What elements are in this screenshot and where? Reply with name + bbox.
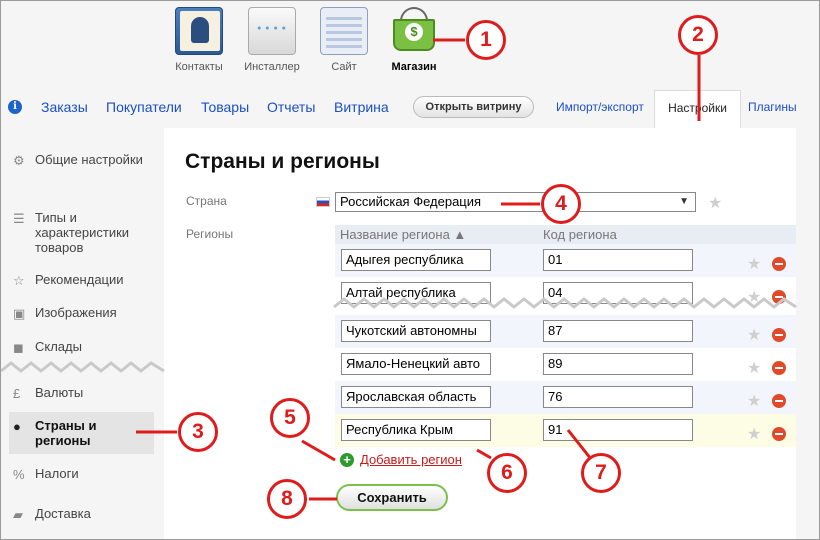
tab-settings[interactable]: Настройки — [654, 90, 741, 128]
app-installer[interactable]: Инсталлер — [240, 7, 304, 73]
callout-4: 4 — [541, 184, 581, 224]
delete-region-icon[interactable] — [772, 427, 786, 441]
app-contacts[interactable]: Контакты — [167, 7, 231, 73]
callout-3: 3 — [178, 412, 218, 452]
region-star-icon[interactable]: ★ — [747, 361, 761, 377]
nav-reports[interactable]: Отчеты — [267, 99, 315, 115]
plugins-link[interactable]: Плагины — [748, 100, 797, 114]
callout-6: 6 — [487, 453, 527, 493]
regions-table-header: Название региона ▲ Код региона — [335, 225, 796, 245]
sidebar-item-shipping[interactable]: ▰ Доставка — [13, 506, 158, 522]
sidebar-item-taxes[interactable]: % Налоги — [13, 466, 158, 482]
page-title: Страны и регионы — [185, 150, 380, 173]
open-storefront-button[interactable]: Открыть витрину — [413, 96, 534, 118]
site-icon — [320, 7, 368, 55]
table-row: Республика Крым 91 ★ — [335, 414, 796, 447]
column-header-code: Код региона — [543, 227, 617, 242]
region-code-input[interactable]: 04 — [543, 282, 693, 304]
nav-products[interactable]: Товары — [201, 99, 249, 115]
gears-icon: ⚙ — [13, 153, 25, 168]
region-name-input[interactable]: Алтай республика — [341, 282, 491, 304]
region-code-input[interactable]: 91 — [543, 419, 693, 441]
nav-customers[interactable]: Покупатели — [106, 99, 182, 115]
import-export-link[interactable]: Импорт/экспорт — [556, 100, 644, 114]
delete-region-icon[interactable] — [772, 394, 786, 408]
pound-icon: £ — [13, 386, 21, 401]
app-shop[interactable]: $ Магазин — [382, 7, 446, 73]
contacts-icon — [175, 7, 223, 55]
country-select[interactable]: Российская Федерация ▼ — [335, 192, 696, 212]
sidebar-item-images[interactable]: ▣ Изображения — [13, 305, 158, 321]
box-icon: ◼ — [13, 340, 24, 355]
sidebar-item-countries[interactable]: ● Страны и регионы — [9, 412, 154, 454]
delete-region-icon[interactable] — [772, 290, 786, 304]
sidebar-item-stocks[interactable]: ◼ Склады — [13, 339, 158, 355]
percent-icon: % — [13, 467, 25, 482]
callout-1: 1 — [466, 20, 506, 60]
region-code-input[interactable]: 89 — [543, 353, 693, 375]
list-icon: ☰ — [13, 211, 25, 226]
region-name-input[interactable]: Ямало-Ненецкий авто — [341, 353, 491, 375]
app-label: Сайт — [331, 61, 357, 73]
settings-sidebar: ⚙ Общие настройки ☰ Типы и характеристик… — [1, 128, 164, 539]
table-row: Ярославская область 76 ★ — [335, 381, 796, 414]
save-button[interactable]: Сохранить — [336, 484, 448, 511]
region-name-input[interactable]: Адыгея республика — [341, 249, 491, 271]
russia-flag-icon — [316, 197, 330, 207]
regions-label: Регионы — [186, 227, 234, 241]
shop-navbar: i Заказы Покупатели Товары Отчеты Витрин… — [1, 89, 819, 128]
camera-icon: ▣ — [13, 306, 26, 321]
delete-region-icon[interactable] — [772, 328, 786, 342]
main-panel: Страны и регионы Страна Российская Федер… — [164, 128, 796, 539]
region-name-input[interactable]: Чукотский автономны — [341, 320, 491, 342]
sidebar-item-recommendations[interactable]: ☆ Рекомендации — [13, 272, 158, 288]
delete-region-icon[interactable] — [772, 361, 786, 375]
sidebar-item-general[interactable]: ⚙ Общие настройки — [13, 152, 158, 168]
sidebar-item-currencies[interactable]: £ Валюты — [13, 385, 158, 401]
star-icon: ☆ — [13, 273, 25, 288]
region-name-input[interactable]: Ярославская область — [341, 386, 491, 408]
sidebar-item-types[interactable]: ☰ Типы и характеристики товаров — [13, 210, 158, 255]
add-region-icon[interactable]: + — [340, 453, 354, 467]
nav-orders[interactable]: Заказы — [41, 99, 88, 115]
app-label: Инсталлер — [244, 61, 300, 73]
callout-8: 8 — [267, 479, 307, 519]
region-code-input[interactable]: 87 — [543, 320, 693, 342]
app-window: Контакты Инсталлер Сайт $ Магазин i Зака… — [0, 0, 820, 540]
region-star-icon[interactable]: ★ — [747, 290, 761, 306]
callout-5: 5 — [270, 398, 310, 438]
region-code-input[interactable]: 01 — [543, 249, 693, 271]
column-header-name[interactable]: Название региона ▲ — [340, 227, 466, 242]
table-row: Алтай республика 04 ★ — [335, 277, 796, 310]
truck-icon: ▰ — [13, 507, 23, 522]
region-star-icon[interactable]: ★ — [747, 394, 761, 410]
region-code-input[interactable]: 76 — [543, 386, 693, 408]
globe-icon: ● — [13, 419, 21, 434]
table-row: Чукотский автономны 87 ★ — [335, 315, 796, 348]
delete-region-icon[interactable] — [772, 257, 786, 271]
app-label: Магазин — [391, 61, 437, 73]
region-star-icon[interactable]: ★ — [747, 328, 761, 344]
region-star-icon[interactable]: ★ — [747, 427, 761, 443]
installer-icon — [248, 7, 296, 55]
app-site[interactable]: Сайт — [312, 7, 376, 73]
shop-basket-icon: $ — [390, 7, 438, 55]
callout-7: 7 — [581, 453, 621, 493]
callout-2: 2 — [678, 15, 718, 55]
info-icon[interactable]: i — [8, 100, 22, 114]
add-region-link[interactable]: Добавить регион — [360, 452, 462, 467]
region-star-icon[interactable]: ★ — [747, 257, 761, 273]
table-row: Ямало-Ненецкий авто 89 ★ — [335, 348, 796, 381]
app-label: Контакты — [175, 61, 223, 73]
nav-storefront[interactable]: Витрина — [334, 99, 389, 115]
country-label: Страна — [186, 194, 227, 208]
country-favorite-star-icon[interactable]: ★ — [708, 196, 722, 212]
table-row: Адыгея республика 01 ★ — [335, 244, 796, 277]
region-name-input[interactable]: Республика Крым — [341, 419, 491, 441]
chevron-down-icon: ▼ — [679, 196, 689, 207]
